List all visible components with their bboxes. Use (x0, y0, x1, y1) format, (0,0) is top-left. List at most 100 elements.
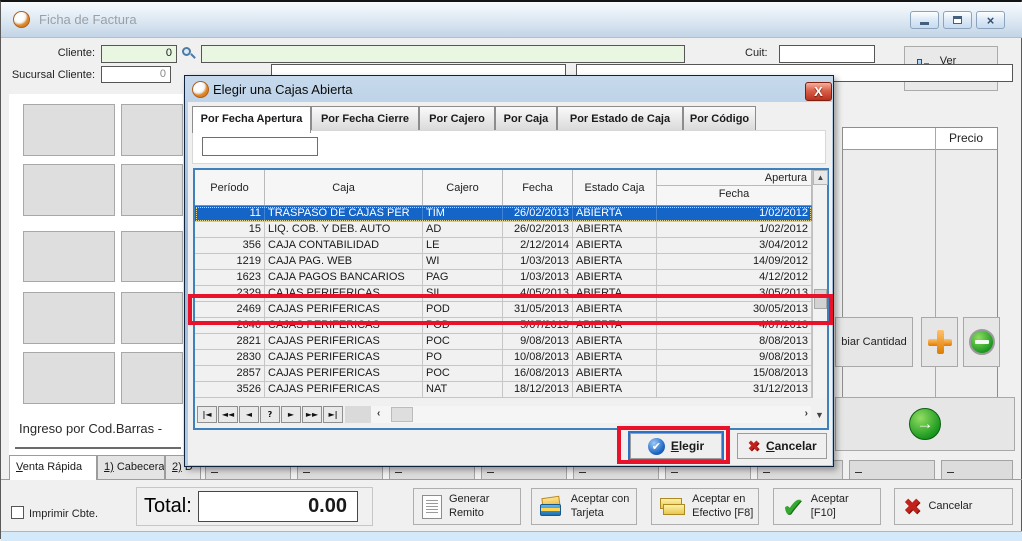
nav-prev-button[interactable]: ◄ (239, 406, 259, 423)
tab-venta-rapida[interactable]: Venta Rápida (9, 455, 97, 480)
table-row[interactable]: 11TRASPASO DE CAJAS PERTIM 26/02/2013ABI… (195, 206, 812, 222)
col-periodo[interactable]: Período (195, 170, 265, 205)
imprimir-checkbox[interactable] (11, 506, 24, 519)
horizontal-scrollbar[interactable]: ‹ › (345, 406, 811, 423)
scroll-right-icon[interactable]: › (805, 408, 808, 419)
nav-first-button[interactable]: |◄ (197, 406, 217, 423)
table-row[interactable]: 1623CAJA PAGOS BANCARIOSPAG 1/03/2013ABI… (195, 270, 812, 286)
minimize-button[interactable] (910, 11, 939, 29)
aceptar-button[interactable]: ✔ Aceptar [F10] (773, 488, 881, 525)
cash-icon (660, 496, 685, 518)
quick-button-4-1[interactable] (121, 352, 183, 404)
record-navigator: |◄◄◄◄?►►►►| ‹ › ▼ (195, 398, 827, 428)
tab-fragment[interactable] (849, 460, 935, 480)
table-row[interactable]: 2857CAJAS PERIFERICASPOC 16/08/2013ABIER… (195, 366, 812, 382)
precio-column-header: Precio (935, 131, 997, 145)
quick-button-3-0[interactable] (23, 292, 115, 344)
nav-last-button[interactable]: ►| (323, 406, 343, 423)
credit-card-icon (540, 496, 564, 518)
quick-button-2-0[interactable] (23, 231, 115, 282)
annotation-box-elegir (617, 426, 730, 464)
scroll-up-icon[interactable]: ▲ (813, 170, 828, 185)
generar-remito-button[interactable]: Generar Remito (413, 488, 521, 525)
quick-button-1-1[interactable] (121, 164, 183, 216)
dialog-tab-3[interactable]: Por Caja (495, 106, 557, 131)
sucursal-label: Sucursal Cliente: (9, 69, 95, 81)
dialog-tab-2[interactable]: Por Cajero (419, 106, 495, 131)
aceptar-tarjeta-button[interactable]: Aceptar con Tarjeta (531, 488, 637, 525)
cancelar-button[interactable]: ✖ Cancelar (894, 488, 1013, 525)
close-button[interactable]: × (976, 11, 1005, 29)
table-row[interactable]: 15LIQ. COB. Y DEB. AUTOAD 26/02/2013ABIE… (195, 222, 812, 238)
sucursal-field[interactable]: 0 (101, 66, 171, 83)
maximize-button[interactable] (943, 11, 972, 29)
quick-button-0-0[interactable] (23, 104, 115, 156)
remove-item-button[interactable] (963, 317, 1000, 367)
document-icon (422, 495, 442, 519)
tab-cabecera[interactable]: 1) Cabecera (97, 455, 165, 480)
col-caja[interactable]: Caja (265, 170, 423, 205)
quick-button-0-1[interactable] (121, 104, 183, 156)
app-icon (13, 11, 30, 28)
table-row[interactable]: 3526CAJAS PERIFERICASNAT 18/12/2013ABIER… (195, 382, 812, 398)
elegir-caja-dialog: Elegir una Cajas Abierta X Por Fecha Ape… (184, 75, 834, 467)
annotation-box-row (188, 294, 833, 325)
barcode-entry-label[interactable]: Ingreso por Cod.Barras - (15, 409, 181, 449)
minus-icon (969, 329, 995, 355)
total-label: Total: (144, 495, 192, 518)
cuit-field[interactable] (779, 45, 875, 63)
items-grid-header: Precio (843, 128, 997, 150)
add-item-button[interactable] (921, 317, 958, 367)
scroll-left-icon[interactable]: ‹ (377, 408, 380, 419)
hscroll-thumb[interactable] (391, 407, 413, 422)
green-check-icon: ✔ (782, 494, 804, 520)
col-cajero[interactable]: Cajero (423, 170, 503, 205)
nav-fast-rewind-button[interactable]: ◄◄ (218, 406, 238, 423)
nav-help-button[interactable]: ? (260, 406, 280, 423)
cambiar-cantidad-button[interactable]: biar Cantidad (835, 317, 913, 367)
quick-button-4-0[interactable] (23, 352, 115, 404)
cliente-code-field[interactable]: 0 (101, 45, 177, 63)
cajas-grid-header: Período Caja Cajero Fecha Estado Caja Ap… (195, 170, 812, 206)
scroll-down-icon[interactable]: ▼ (812, 410, 827, 420)
filter-input[interactable] (202, 137, 318, 156)
nav-fast-forward-button[interactable]: ►► (302, 406, 322, 423)
quick-button-2-1[interactable] (121, 231, 183, 282)
dialog-tab-5[interactable]: Por Código (683, 106, 756, 131)
dialog-tab-0[interactable]: Por Fecha Apertura (192, 106, 311, 133)
table-row[interactable]: 2821CAJAS PERIFERICASPOC 9/08/2013ABIERT… (195, 334, 812, 350)
col-fecha[interactable]: Fecha (503, 170, 573, 205)
go-button[interactable]: → (835, 397, 1015, 451)
nav-next-button[interactable]: ► (281, 406, 301, 423)
dialog-tab-4[interactable]: Por Estado de Caja (557, 106, 683, 131)
table-row[interactable]: 1219CAJA PAG. WEBWI 1/03/2013ABIERTA14/0… (195, 254, 812, 270)
plus-icon (928, 330, 952, 354)
main-window: { "window": { "title": "Ficha de Factura… (0, 0, 1022, 539)
close-icon: × (987, 14, 995, 27)
red-x-icon: ✖ (903, 496, 921, 518)
quick-button-1-0[interactable] (23, 164, 115, 216)
total-value: 0.00 (198, 491, 358, 522)
search-icon[interactable] (181, 46, 197, 62)
dialog-close-button[interactable]: X (805, 82, 832, 101)
vertical-scrollbar[interactable]: ▲ (812, 170, 827, 398)
table-row[interactable]: 2830CAJAS PERIFERICASPO 10/08/2013ABIERT… (195, 350, 812, 366)
dialog-cancelar-button[interactable]: ✖ Cancelar (737, 433, 827, 459)
table-row[interactable]: 356CAJA CONTABILIDADLE 2/12/2014ABIERTA3… (195, 238, 812, 254)
maximize-icon (953, 16, 962, 24)
imprimir-label: Imprimir Cbte. (29, 508, 98, 520)
dialog-tab-1[interactable]: Por Fecha Cierre (311, 106, 419, 131)
green-arrow-icon: → (909, 408, 941, 440)
quick-buttons-panel: Ingreso por Cod.Barras - (9, 94, 183, 455)
col-apertura[interactable]: Apertura Fecha (657, 170, 812, 205)
status-strip (1, 531, 1022, 541)
tab-fragment[interactable] (941, 460, 1013, 480)
aceptar-efectivo-button[interactable]: Aceptar en Efectivo [F8] (651, 488, 759, 525)
cliente-name-field[interactable] (201, 45, 685, 63)
red-x-icon: ✖ (747, 437, 760, 455)
titlebar: Ficha de Factura × (1, 2, 1022, 38)
quick-button-3-1[interactable] (121, 292, 183, 344)
dialog-title: Elegir una Cajas Abierta (213, 82, 352, 97)
col-estado[interactable]: Estado Caja (573, 170, 657, 205)
dialog-icon (192, 81, 209, 98)
